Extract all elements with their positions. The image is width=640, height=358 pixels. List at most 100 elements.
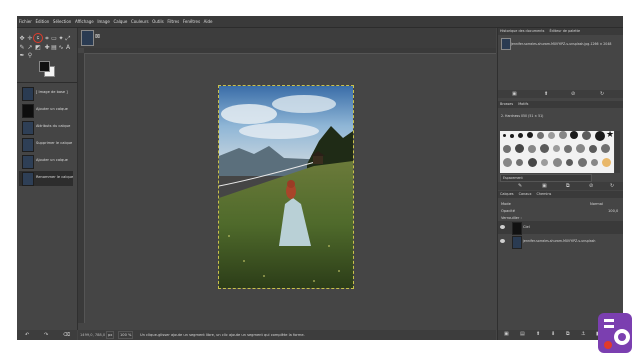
visibility-eye-icon[interactable]: [500, 239, 505, 243]
menu-layer[interactable]: Calque: [112, 16, 129, 27]
brush-item[interactable]: [510, 134, 514, 138]
brush-item[interactable]: [595, 131, 605, 141]
menu-colors[interactable]: Couleurs: [129, 16, 150, 27]
brush-item[interactable]: [516, 159, 523, 166]
menu-edit[interactable]: Édition: [34, 16, 51, 27]
brush-item[interactable]: [540, 144, 549, 153]
tab-patterns[interactable]: Motifs: [516, 102, 530, 106]
history-item-selected[interactable]: Renommer le calque: [19, 171, 73, 186]
brush-item[interactable]: [528, 158, 537, 167]
delete-brush-icon[interactable]: ⊘: [589, 183, 593, 189]
star-brush-icon[interactable]: ★: [606, 131, 614, 140]
brush-tool-icon[interactable]: ✎: [19, 45, 25, 51]
opacity-value[interactable]: 100,0: [608, 209, 618, 213]
menu-help[interactable]: Aide: [202, 16, 214, 27]
brush-item[interactable]: [589, 145, 597, 153]
layer-row[interactable]: jennifer-sorrales-shuram-MXVYIPZ-s-unspl…: [498, 235, 623, 249]
new-brush-icon[interactable]: ▣: [542, 183, 547, 189]
menu-view[interactable]: Affichage: [73, 16, 95, 27]
edit-brush-icon[interactable]: ✎: [518, 183, 522, 189]
brush-item[interactable]: [541, 159, 548, 166]
brush-item[interactable]: [591, 159, 598, 166]
brush-item[interactable]: [578, 158, 587, 167]
brush-item[interactable]: [566, 159, 573, 166]
menu-tools[interactable]: Outils: [150, 16, 165, 27]
brush-item[interactable]: [582, 131, 591, 140]
brush-item[interactable]: [548, 132, 555, 139]
redo-icon[interactable]: ↷: [44, 332, 48, 338]
history-item[interactable]: [ Image de base ]: [19, 86, 73, 101]
foreground-color-front[interactable]: [39, 61, 50, 72]
heal-tool-icon[interactable]: ✚: [44, 45, 50, 51]
image-tab-thumbnail[interactable]: [81, 30, 94, 46]
new-group-icon[interactable]: ▤: [520, 331, 525, 337]
free-select-tool-icon[interactable]: ɕ: [33, 33, 43, 43]
refresh-brush-icon[interactable]: ↻: [610, 183, 614, 189]
brush-item[interactable]: [537, 132, 544, 139]
brush-item[interactable]: [564, 145, 572, 153]
document-thumbnail[interactable]: [501, 38, 511, 50]
pen-tool-icon[interactable]: ✒: [19, 53, 25, 59]
brush-item[interactable]: [503, 145, 511, 153]
mode-selector[interactable]: Normal: [590, 202, 603, 206]
delete-icon[interactable]: ⊘: [571, 91, 575, 97]
history-item[interactable]: Supprimer le calque: [19, 137, 73, 152]
brush-scrollbar[interactable]: [615, 131, 620, 173]
raise-layer-icon[interactable]: ⬆: [536, 331, 540, 337]
menu-windows[interactable]: Fenêtres: [181, 16, 202, 27]
rect-select-tool-icon[interactable]: ▭: [51, 36, 57, 42]
text-tool-icon[interactable]: A: [65, 45, 71, 51]
brush-item[interactable]: [570, 131, 578, 139]
clear-history-icon[interactable]: ⌫: [63, 332, 70, 338]
tab-document-history[interactable]: Historique des documents: [498, 29, 546, 33]
brush-item[interactable]: [559, 131, 567, 139]
brush-item[interactable]: [553, 145, 560, 152]
tab-paths[interactable]: Chemins: [535, 192, 554, 196]
undo-icon[interactable]: ↶: [25, 332, 29, 338]
layer-row[interactable]: Ciel: [498, 221, 623, 235]
zoom-selector[interactable]: 100 %: [118, 331, 134, 339]
visibility-eye-icon[interactable]: [500, 225, 505, 229]
open-icon[interactable]: ▣: [512, 91, 517, 97]
brush-item[interactable]: [515, 144, 524, 153]
brush-item[interactable]: [503, 158, 512, 167]
anchor-layer-icon[interactable]: ⚓: [581, 331, 585, 337]
crop-tool-icon[interactable]: ⌗: [44, 36, 50, 42]
menu-image[interactable]: Image: [96, 16, 112, 27]
image-canvas[interactable]: [218, 85, 354, 289]
gradient-tool-icon[interactable]: ▤: [51, 45, 57, 51]
tab-palette-editor[interactable]: Éditeur de palette: [548, 29, 583, 33]
duplicate-layer-icon[interactable]: ⧉: [566, 331, 570, 337]
tab-layers[interactable]: Calques: [498, 192, 516, 196]
brush-item[interactable]: [601, 144, 610, 153]
move-tool-icon[interactable]: ✥: [19, 36, 25, 42]
smudge-tool-icon[interactable]: ∿: [58, 45, 64, 51]
transform-tool-icon[interactable]: ⤢: [65, 36, 71, 42]
unit-selector[interactable]: px: [106, 331, 115, 339]
menu-file[interactable]: Fichier: [17, 16, 34, 27]
tab-channels[interactable]: Canaux: [517, 192, 534, 196]
fuzzy-select-tool-icon[interactable]: ✦: [58, 36, 64, 42]
history-item[interactable]: Ajouter un calque: [19, 154, 73, 169]
menu-filters[interactable]: Filtres: [166, 16, 182, 27]
brush-item[interactable]: [576, 144, 585, 153]
refresh-icon[interactable]: ↻: [600, 91, 604, 97]
brush-item[interactable]: [518, 133, 523, 138]
raise-icon[interactable]: ⬆: [544, 91, 548, 97]
history-item[interactable]: Attributs du calque: [19, 120, 73, 135]
brush-item[interactable]: [602, 158, 611, 167]
brush-grid[interactable]: ★: [500, 131, 614, 173]
menu-select[interactable]: Sélection: [51, 16, 73, 27]
brush-item[interactable]: [553, 158, 562, 167]
tab-brushes[interactable]: Brosses: [498, 102, 515, 106]
fill-tool-icon[interactable]: ◩: [35, 45, 41, 51]
lower-layer-icon[interactable]: ⬇: [551, 331, 555, 337]
brush-item[interactable]: [528, 145, 536, 153]
brush-item[interactable]: [527, 132, 533, 138]
close-tab-icon[interactable]: ⊠: [95, 33, 100, 40]
spacing-slider[interactable]: Espacement: [500, 174, 592, 182]
warp-tool-icon[interactable]: ↗: [27, 45, 33, 51]
new-layer-icon[interactable]: ▣: [504, 331, 509, 337]
zoom-tool-icon[interactable]: ⚲: [27, 53, 33, 59]
duplicate-brush-icon[interactable]: ⧉: [566, 183, 570, 189]
